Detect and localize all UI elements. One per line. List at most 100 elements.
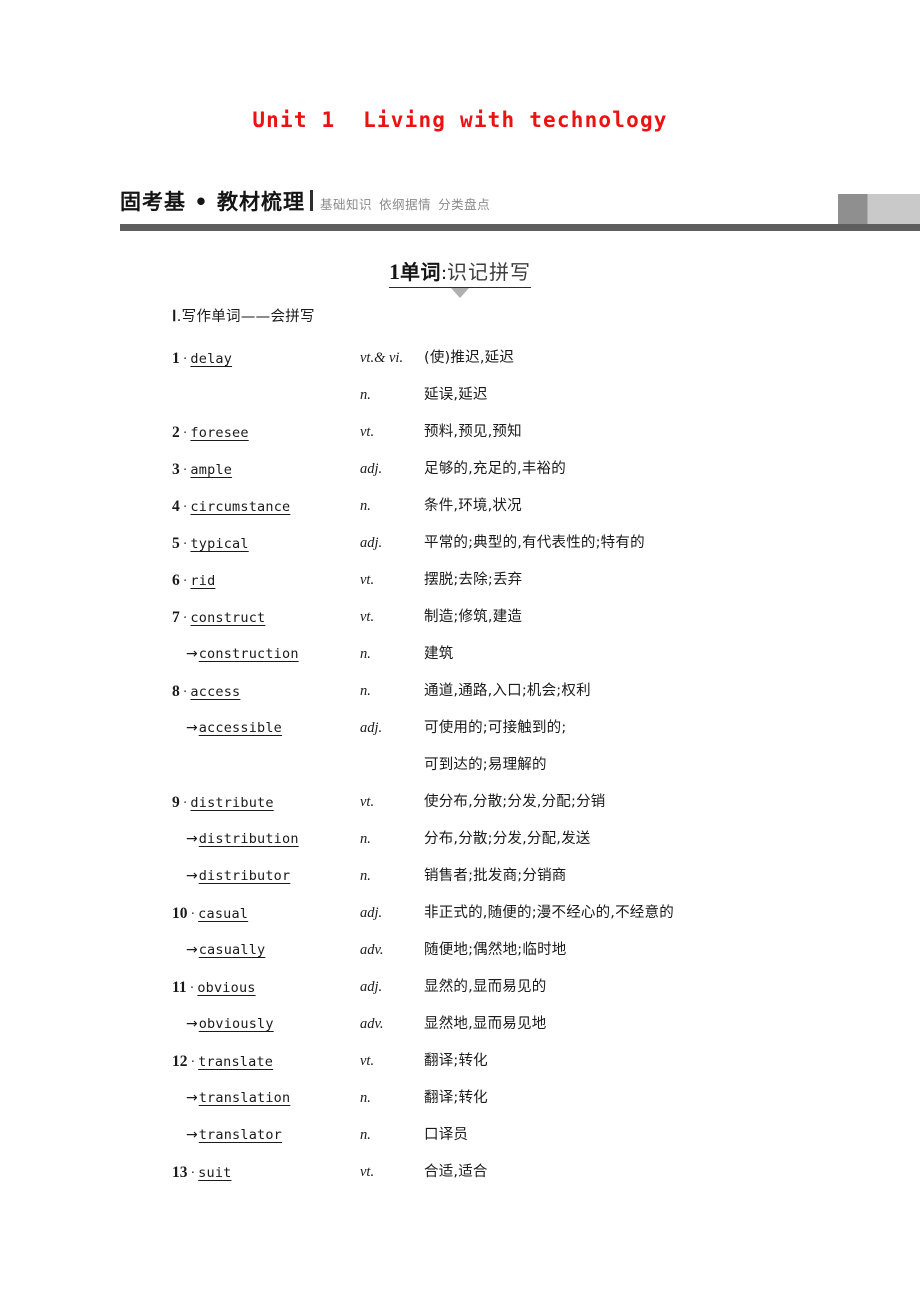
derivation-arrow-icon: → [186, 646, 198, 662]
part-of-speech: adj. [360, 979, 383, 995]
vocabulary-row: 可到达的;易理解的 [172, 747, 912, 784]
chinese-definition: 建筑 [424, 646, 454, 662]
entry-separator: · [182, 796, 188, 811]
entry-separator: · [182, 463, 188, 478]
vocabulary-row: n. 延误,延迟 [172, 377, 912, 414]
english-word: typical [190, 536, 249, 552]
vocabulary-row: 5 · typical adj. 平常的;典型的,有代表性的;特有的 [172, 525, 912, 562]
chinese-definition: 使分布,分散;分发,分配;分销 [424, 794, 606, 810]
entry-number: 9 [172, 794, 180, 811]
english-word: obviously [198, 1016, 274, 1032]
vocabulary-row: 10 · casual adj. 非正式的,随便的;漫不经心的,不经意的 [172, 895, 912, 932]
word-term: 1 · delay [172, 340, 232, 378]
part-heading-label: .写作单词——会拼写 [176, 309, 315, 325]
chinese-definition: 非正式的,随便的;漫不经心的,不经意的 [424, 905, 674, 921]
part-of-speech: vt. [360, 609, 375, 625]
word-term: 6 · rid [172, 562, 215, 600]
vocabulary-row: 2 · foresee vt. 预料,预见,预知 [172, 414, 912, 451]
english-word: accessible [198, 720, 283, 736]
part-of-speech: adv. [360, 942, 384, 958]
entry-separator: · [182, 500, 188, 515]
word-term: 11 · obvious [172, 969, 256, 1007]
vocabulary-row: →construction n. 建筑 [172, 636, 912, 673]
entry-separator: · [182, 426, 188, 441]
vocabulary-row: 3 · ample adj. 足够的,充足的,丰裕的 [172, 451, 912, 488]
part-of-speech: n. [360, 868, 371, 884]
chinese-definition: 翻译;转化 [424, 1090, 488, 1106]
part-heading: Ⅰ.写作单词——会拼写 [172, 305, 315, 326]
part-of-speech: n. [360, 831, 371, 847]
word-term: 12 · translate [172, 1043, 273, 1081]
word-term: 7 · construct [172, 599, 265, 637]
word-term: 2 · foresee [172, 414, 249, 452]
word-term: 4 · circumstance [172, 488, 290, 526]
english-word: access [190, 684, 241, 700]
vocabulary-row: →translation n. 翻译;转化 [172, 1080, 912, 1117]
entry-separator: · [182, 574, 188, 589]
part-of-speech: adv. [360, 1016, 384, 1032]
part-of-speech: adj. [360, 461, 383, 477]
vocabulary-row: 1 · delay vt.& vi. (使)推迟,延迟 [172, 340, 912, 377]
english-word: delay [190, 351, 233, 367]
chinese-definition: 足够的,充足的,丰裕的 [424, 461, 566, 477]
chinese-definition: 条件,环境,状况 [424, 498, 522, 514]
derivation-arrow-icon: → [186, 942, 198, 958]
chinese-definition: 翻译;转化 [424, 1053, 488, 1069]
vocabulary-row: 6 · rid vt. 摆脱;去除;丢弃 [172, 562, 912, 599]
english-word: rid [190, 573, 216, 589]
english-word: ample [190, 462, 233, 478]
part-of-speech: adj. [360, 535, 383, 551]
chinese-definition: 通道,通路,入口;机会;权利 [424, 683, 591, 699]
vocabulary-row: 12 · translate vt. 翻译;转化 [172, 1043, 912, 1080]
entry-number: 5 [172, 535, 180, 552]
header-sub-item-1: 依纲据情 [379, 197, 432, 212]
section-header-band: 固考基 • 教材梳理 基础知识 依纲据情 分类盘点 [120, 186, 920, 228]
part-of-speech: vt.& vi. [360, 350, 404, 366]
subsection-number: 1 [388, 259, 400, 284]
vocabulary-row: →translator n. 口译员 [172, 1117, 912, 1154]
entry-number: 4 [172, 498, 180, 515]
part-of-speech: vt. [360, 1164, 375, 1180]
word-term: 8 · access [172, 673, 240, 711]
english-word: distribute [190, 795, 274, 811]
derivation-arrow-icon: → [186, 1127, 198, 1143]
derived-word-term: →obviously [186, 1006, 274, 1043]
english-word: construction [198, 646, 299, 662]
english-word: translation [198, 1090, 291, 1106]
chinese-definition: 显然的,显而易见的 [424, 979, 547, 995]
vocabulary-row: →casually adv. 随便地;偶然地;临时地 [172, 932, 912, 969]
header-rule [120, 224, 920, 231]
header-sub-item-2: 分类盘点 [438, 197, 491, 212]
entry-number: 6 [172, 572, 180, 589]
vocabulary-row: 11 · obvious adj. 显然的,显而易见的 [172, 969, 912, 1006]
header-divider-icon [310, 190, 314, 211]
part-of-speech: n. [360, 1090, 371, 1106]
word-term: 5 · typical [172, 525, 249, 563]
triangle-down-icon [451, 288, 469, 298]
entry-separator: · [190, 907, 196, 922]
chinese-definition: 分布,分散;分发,分配,发送 [424, 831, 591, 847]
chinese-definition: 可使用的;可接触到的; [424, 720, 567, 736]
entry-number: 1 [172, 350, 180, 367]
header-accent-block [838, 194, 920, 224]
subsection-label-a: 单词 [399, 260, 441, 284]
vocabulary-row: 9 · distribute vt. 使分布,分散;分发,分配;分销 [172, 784, 912, 821]
chinese-definition: 随便地;偶然地;临时地 [424, 942, 567, 958]
chinese-definition: 合适,适合 [424, 1164, 488, 1180]
word-term: 9 · distribute [172, 784, 274, 822]
word-term: 13 · suit [172, 1154, 231, 1192]
word-term: 3 · ample [172, 451, 232, 489]
entry-separator: · [190, 1166, 196, 1181]
english-word: casual [198, 906, 249, 922]
chinese-definition: (使)推迟,延迟 [424, 350, 515, 366]
chinese-definition: 制造;修筑,建造 [424, 609, 523, 625]
chinese-definition: 销售者;批发商;分销商 [424, 868, 567, 884]
chinese-definition: 平常的;典型的,有代表性的;特有的 [424, 535, 645, 551]
part-of-speech: adj. [360, 905, 383, 921]
part-of-speech: n. [360, 646, 371, 662]
part-of-speech: n. [360, 683, 371, 699]
vocabulary-row: →distribution n. 分布,分散;分发,分配,发送 [172, 821, 912, 858]
section-header-subtitle: 基础知识 依纲据情 分类盘点 [320, 194, 497, 213]
entry-number: 10 [172, 905, 188, 922]
english-word: construct [190, 610, 266, 626]
